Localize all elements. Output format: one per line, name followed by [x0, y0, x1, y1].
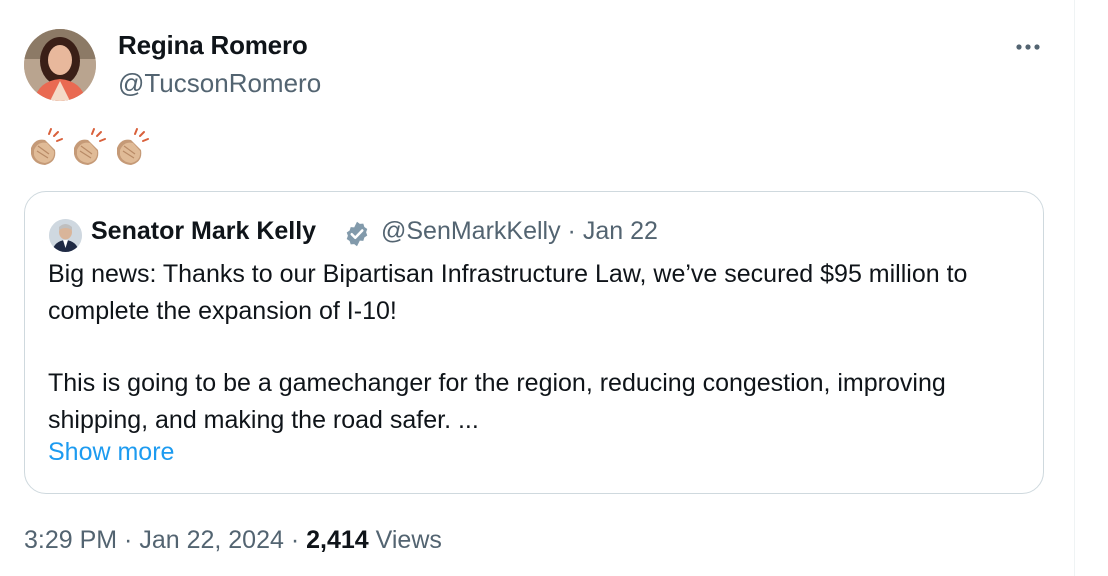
- tweet-meta: 3:29 PM · Jan 22, 2024 · 2,414 Views: [24, 526, 442, 555]
- author-name[interactable]: Regina Romero: [118, 30, 308, 61]
- quoted-author-meta: @SenMarkKelly · Jan 22: [381, 217, 658, 246]
- clapping-hands-icon: [117, 128, 149, 165]
- more-dots-icon: [1016, 44, 1040, 50]
- author-avatar-image: [24, 29, 96, 101]
- quoted-tweet-date[interactable]: Jan 22: [583, 217, 658, 245]
- author-avatar[interactable]: [24, 29, 96, 101]
- views-label: Views: [368, 526, 442, 554]
- meta-separator: ·: [283, 526, 307, 554]
- tweet-time[interactable]: 3:29 PM: [24, 526, 117, 554]
- show-more-link[interactable]: Show more: [48, 438, 174, 467]
- clapping-hands-icon: [31, 128, 63, 165]
- quoted-author-name[interactable]: Senator Mark Kelly: [91, 217, 316, 246]
- quoted-paragraph: This is going to be a gamechanger for th…: [48, 369, 946, 434]
- meta-separator: ·: [117, 526, 140, 554]
- author-handle[interactable]: @TucsonRomero: [118, 68, 321, 99]
- more-options-button[interactable]: [1010, 32, 1050, 62]
- verified-badge-icon: [346, 221, 368, 247]
- quoted-author-handle[interactable]: @SenMarkKelly: [381, 217, 561, 245]
- quoted-paragraph: Big news: Thanks to our Bipartisan Infra…: [48, 260, 968, 325]
- clapping-hands-icon: [74, 128, 106, 165]
- tweet-date[interactable]: Jan 22, 2024: [139, 526, 284, 554]
- quoted-tweet-text: Big news: Thanks to our Bipartisan Infra…: [48, 256, 1008, 438]
- quoted-separator: ·: [560, 217, 583, 245]
- views-count: 2,414: [306, 526, 369, 554]
- column-divider: [1074, 0, 1075, 576]
- quoted-author-avatar[interactable]: [49, 219, 82, 252]
- quoted-tweet-card[interactable]: Senator Mark Kelly @SenMarkKelly · Jan 2…: [24, 191, 1044, 494]
- tweet-text: [25, 128, 152, 168]
- quoted-author-avatar-image: [49, 219, 82, 252]
